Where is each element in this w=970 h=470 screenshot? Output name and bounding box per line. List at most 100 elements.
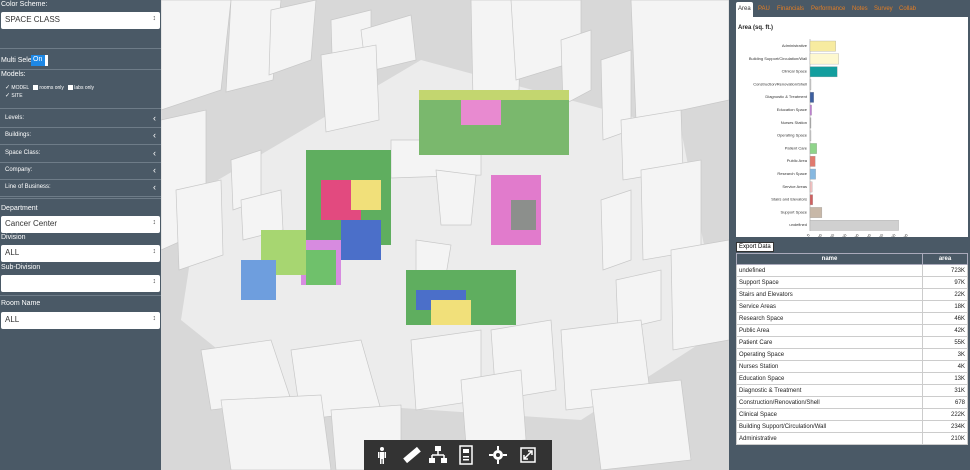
divider <box>0 69 161 70</box>
color-scheme-select[interactable]: SPACE CLASS ↕ <box>1 12 160 29</box>
table-row[interactable]: Nurses Station 4K <box>736 360 968 373</box>
bar[interactable] <box>809 79 812 90</box>
divider <box>0 108 161 109</box>
area-chart-container: Area (sq. ft.) Administrative Building Su… <box>736 17 968 248</box>
table-header-row: name area <box>736 253 968 265</box>
accordion-company[interactable]: Company: ‹ <box>0 163 161 180</box>
divider <box>0 295 161 296</box>
table-row[interactable]: Administrative 210K <box>736 432 968 445</box>
gear-icon[interactable] <box>488 445 508 465</box>
area-data-table: name area undefined 723K Support Space 97K S… <box>736 253 968 445</box>
chevron-updown-icon: ↕ <box>152 278 157 285</box>
bar[interactable] <box>809 143 817 154</box>
export-data-button[interactable]: Export Data <box>736 242 774 252</box>
table-row[interactable]: Education Space 13K <box>736 372 968 385</box>
check-icon[interactable]: ✓ <box>5 93 10 99</box>
model-options: ✓ MODEL rooms only labs only <box>5 84 94 91</box>
check-icon[interactable]: ✓ <box>5 85 10 91</box>
row-area: 46K <box>922 312 968 325</box>
category-label: Stairs and Elevators <box>771 197 807 202</box>
row-name: Diagnostic & Treatment <box>736 384 923 397</box>
bar[interactable] <box>809 92 814 103</box>
row-name: Construction/Renovation/Shell <box>736 396 923 409</box>
column-header-area[interactable]: area <box>922 253 968 265</box>
3d-viewport[interactable] <box>161 0 729 470</box>
room-name-label: Room Name <box>1 300 41 307</box>
tab-performance[interactable]: Performance <box>809 2 847 17</box>
category-label: Clinical Space <box>782 69 808 74</box>
table-row[interactable]: Clinical Space 222K <box>736 408 968 421</box>
chevron-updown-icon: ↕ <box>152 315 157 322</box>
bar[interactable] <box>809 156 816 167</box>
row-name: Building Support/Circulation/Wall <box>736 420 923 433</box>
bar[interactable] <box>809 207 823 218</box>
accordion-levels[interactable]: Levels: ‹ <box>0 111 161 128</box>
person-icon[interactable] <box>372 445 392 465</box>
tab-area[interactable]: Area <box>736 2 753 17</box>
x-tick-label: 400,000 <box>848 232 860 237</box>
row-name: Service Areas <box>736 300 923 313</box>
tab-notes[interactable]: Notes <box>850 2 870 17</box>
table-row[interactable]: Public Area 42K <box>736 324 968 337</box>
tab-survey[interactable]: Survey <box>872 2 895 17</box>
column-header-name[interactable]: name <box>736 253 923 265</box>
table-row[interactable]: Diagnostic & Treatment 31K <box>736 384 968 397</box>
bar[interactable] <box>809 104 812 116</box>
accordion-buildings[interactable]: Buildings: ‹ <box>0 128 161 145</box>
table-row[interactable]: Stairs and Elevators 22K <box>736 288 968 301</box>
model-option-rooms[interactable]: rooms only <box>39 85 63 91</box>
table-row[interactable]: Support Space 97K <box>736 276 968 289</box>
properties-icon[interactable] <box>456 445 476 465</box>
category-label: Public Area <box>787 158 808 163</box>
row-area: 22K <box>922 288 968 301</box>
row-name: Education Space <box>736 372 923 385</box>
table-row[interactable]: Operating Space 3K <box>736 348 968 361</box>
department-select[interactable]: Cancer Center ↕ <box>1 216 160 233</box>
x-tick-label: 200,000 <box>824 232 836 237</box>
ruler-icon[interactable] <box>402 445 422 465</box>
tab-collab[interactable]: Collab <box>897 2 918 17</box>
accordion-line-of-business[interactable]: Line of Business: ‹ <box>0 180 161 197</box>
bar[interactable] <box>809 194 813 206</box>
bar[interactable] <box>809 66 838 78</box>
right-panel: Area PAU Financials Performance Notes Su… <box>729 0 970 470</box>
department-label: Department <box>1 205 38 212</box>
division-select[interactable]: ALL ↕ <box>1 245 160 262</box>
hierarchy-icon[interactable] <box>428 445 448 465</box>
table-row[interactable]: Building Support/Circulation/Wall 234K <box>736 420 968 433</box>
labs-only-checkbox[interactable] <box>68 85 74 91</box>
table-row[interactable]: Service Areas 18K <box>736 300 968 313</box>
tab-financials[interactable]: Financials <box>775 2 806 17</box>
bar[interactable] <box>809 130 812 142</box>
accordion-space-class[interactable]: Space Class: ‹ <box>0 146 161 163</box>
x-tick-label: 300,000 <box>836 232 848 237</box>
bar[interactable] <box>809 40 836 52</box>
bar[interactable] <box>809 220 899 231</box>
room-name-value: ALL <box>5 315 20 324</box>
room-name-select[interactable]: ALL ↕ <box>1 312 160 329</box>
accordion-label: Buildings: <box>5 132 32 138</box>
subdivision-select[interactable]: ↕ <box>1 275 160 292</box>
chart-title: Area (sq. ft.) <box>738 25 773 31</box>
bar[interactable] <box>809 181 813 193</box>
bar[interactable] <box>809 168 816 180</box>
bar[interactable] <box>809 117 812 129</box>
category-label: Patient Care <box>785 145 808 150</box>
table-row[interactable]: undefined 723K <box>736 264 968 277</box>
x-tick-label: 800,000 <box>897 232 909 237</box>
division-label: Division <box>1 234 26 241</box>
tab-pau[interactable]: PAU <box>756 2 772 17</box>
table-row[interactable]: Patient Care 55K <box>736 336 968 349</box>
bar[interactable] <box>809 53 839 65</box>
site-option[interactable]: ✓ SITE <box>5 92 23 99</box>
rooms-only-checkbox[interactable] <box>33 85 39 91</box>
multi-select-toggle[interactable]: On <box>31 55 48 66</box>
row-area: 4K <box>922 360 968 373</box>
viewer-toolbar <box>364 440 552 470</box>
model-option-model[interactable]: MODEL <box>11 85 29 91</box>
table-row[interactable]: Construction/Renovation/Shell 678 <box>736 396 968 409</box>
category-label: Education Space <box>777 107 808 112</box>
model-option-labs[interactable]: labs only <box>74 85 94 91</box>
table-row[interactable]: Research Space 46K <box>736 312 968 325</box>
fullscreen-icon[interactable] <box>518 445 538 465</box>
